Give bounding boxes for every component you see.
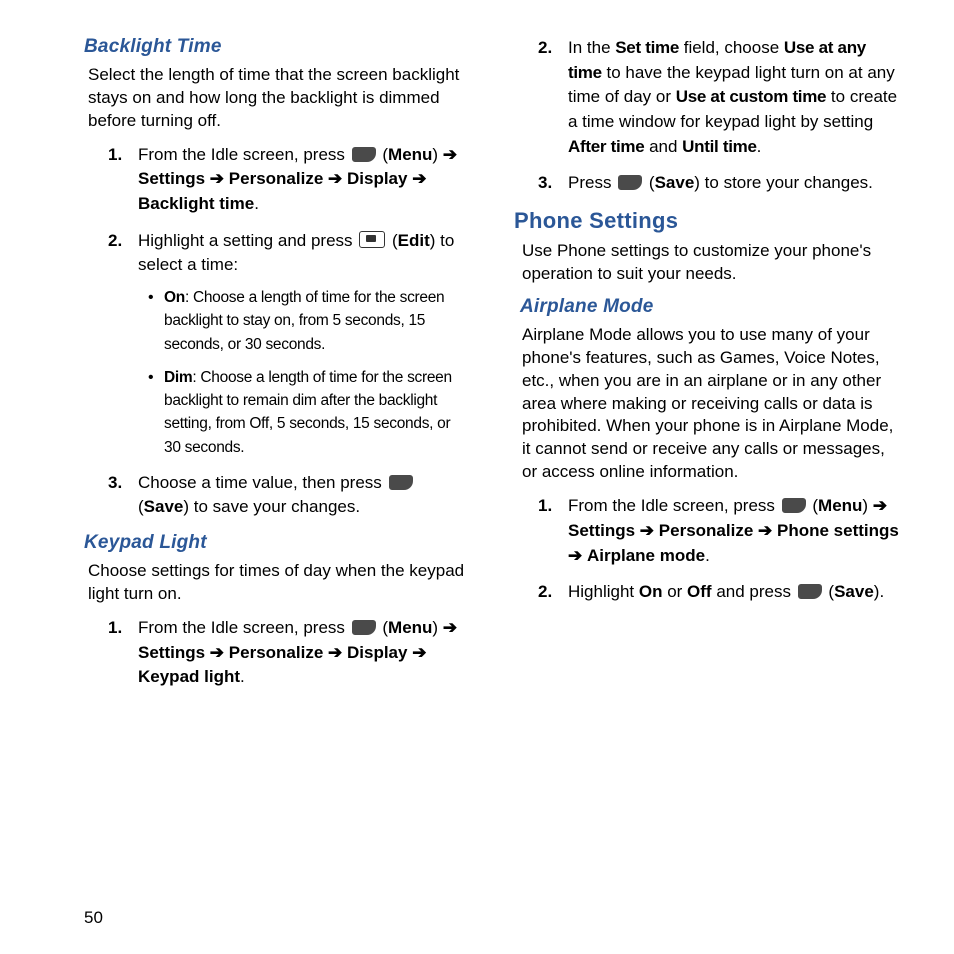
arrow-icon: ➔: [758, 521, 772, 540]
two-column-layout: Backlight Time Select the length of time…: [84, 36, 900, 702]
softkey-icon: [352, 147, 376, 162]
softkey-icon: [782, 498, 806, 513]
save-label: Save: [655, 173, 695, 192]
dim-label: Dim: [164, 369, 192, 386]
keypad-steps: From the Idle screen, press (Menu) ➔ Set…: [108, 616, 470, 690]
manual-page: Backlight Time Select the length of time…: [0, 0, 954, 954]
nav-item: Personalize: [229, 643, 324, 662]
keypad-steps-cont: In the Set time field, choose Use at any…: [538, 36, 900, 196]
text: From the Idle screen, press: [138, 618, 350, 637]
softkey-icon: [389, 475, 413, 490]
period: .: [757, 137, 762, 156]
nav-item: Settings: [568, 521, 635, 540]
text: In the: [568, 38, 615, 57]
heading-airplane-mode: Airplane Mode: [520, 296, 900, 318]
after-time-label: After time: [568, 137, 644, 156]
bullet-list: On: Choose a length of time for the scre…: [148, 286, 470, 459]
edit-label: Edit: [398, 231, 430, 250]
step: Choose a time value, then press (Save) t…: [108, 471, 470, 520]
backlight-steps: From the Idle screen, press (Menu) ➔ Set…: [108, 143, 470, 520]
section-phone-settings: Phone Settings: [514, 208, 900, 234]
text: Highlight: [568, 582, 639, 601]
period: .: [240, 667, 245, 686]
text: ) to store your changes.: [694, 173, 873, 192]
save-label: Save: [144, 497, 184, 516]
nav-item: Backlight time: [138, 194, 254, 213]
menu-label: Menu: [818, 496, 862, 515]
arrow-icon: ➔: [443, 145, 457, 164]
text: From the Idle screen, press: [568, 496, 780, 515]
softkey-icon: [618, 175, 642, 190]
text: or: [662, 582, 687, 601]
backlight-intro: Select the length of time that the scree…: [88, 64, 470, 133]
arrow-icon: ➔: [328, 169, 342, 188]
text: Choose a time value, then press: [138, 473, 387, 492]
arrow-icon: ➔: [873, 496, 887, 515]
nav-item: Personalize: [229, 169, 324, 188]
airplane-intro: Airplane Mode allows you to use many of …: [522, 324, 900, 485]
text: From the Idle screen, press: [138, 145, 350, 164]
nav-item: Settings: [138, 169, 205, 188]
keypad-intro: Choose settings for times of day when th…: [88, 560, 470, 606]
step: In the Set time field, choose Use at any…: [538, 36, 900, 159]
on-text: : Choose a length of time for the screen…: [164, 289, 444, 353]
left-column: Backlight Time Select the length of time…: [84, 36, 470, 702]
arrow-icon: ➔: [210, 643, 224, 662]
arrow-icon: ➔: [412, 643, 426, 662]
on-label: On: [164, 289, 185, 306]
nav-item: Phone settings: [777, 521, 899, 540]
nav-item: Keypad light: [138, 667, 240, 686]
heading-keypad-light: Keypad Light: [84, 532, 470, 554]
menu-label: Menu: [388, 618, 432, 637]
text: Highlight a setting and press: [138, 231, 357, 250]
arrow-icon: ➔: [328, 643, 342, 662]
arrow-icon: ➔: [210, 169, 224, 188]
nav-item: Airplane mode: [587, 546, 705, 565]
period: .: [254, 194, 259, 213]
arrow-icon: ➔: [412, 169, 426, 188]
nav-item: Settings: [138, 643, 205, 662]
use-custom-label: Use at custom time: [676, 87, 826, 106]
text: field, choose: [679, 38, 784, 57]
softkey-icon: [798, 584, 822, 599]
step: Press (Save) to store your changes.: [538, 171, 900, 196]
page-number: 50: [84, 908, 103, 928]
softkey-icon: [352, 620, 376, 635]
text: and press: [712, 582, 796, 601]
text: Press: [568, 173, 616, 192]
step: Highlight On or Off and press (Save).: [538, 580, 900, 605]
until-time-label: Until time: [682, 137, 756, 156]
nav-item: Personalize: [659, 521, 754, 540]
heading-backlight-time: Backlight Time: [84, 36, 470, 58]
arrow-icon: ➔: [568, 546, 582, 565]
on-label: On: [639, 582, 663, 601]
step: From the Idle screen, press (Menu) ➔ Set…: [538, 494, 900, 568]
menu-label: Menu: [388, 145, 432, 164]
airplane-steps: From the Idle screen, press (Menu) ➔ Set…: [538, 494, 900, 605]
arrow-icon: ➔: [443, 618, 457, 637]
phone-settings-intro: Use Phone settings to customize your pho…: [522, 240, 900, 286]
save-label: Save: [834, 582, 874, 601]
off-label: Off: [687, 582, 712, 601]
step: From the Idle screen, press (Menu) ➔ Set…: [108, 143, 470, 217]
step: Highlight a setting and press (Edit) to …: [108, 229, 470, 459]
text: and: [644, 137, 682, 156]
nav-item: Display: [347, 169, 407, 188]
bullet-item: On: Choose a length of time for the scre…: [148, 286, 470, 356]
right-column: In the Set time field, choose Use at any…: [514, 36, 900, 702]
text: ) to save your changes.: [183, 497, 360, 516]
ok-key-icon: [359, 231, 385, 248]
text: ).: [874, 582, 884, 601]
dim-text: : Choose a length of time for the screen…: [164, 369, 452, 456]
nav-item: Display: [347, 643, 407, 662]
bullet-item: Dim: Choose a length of time for the scr…: [148, 366, 470, 459]
arrow-icon: ➔: [640, 521, 654, 540]
set-time-label: Set time: [615, 38, 679, 57]
period: .: [705, 546, 710, 565]
step: From the Idle screen, press (Menu) ➔ Set…: [108, 616, 470, 690]
